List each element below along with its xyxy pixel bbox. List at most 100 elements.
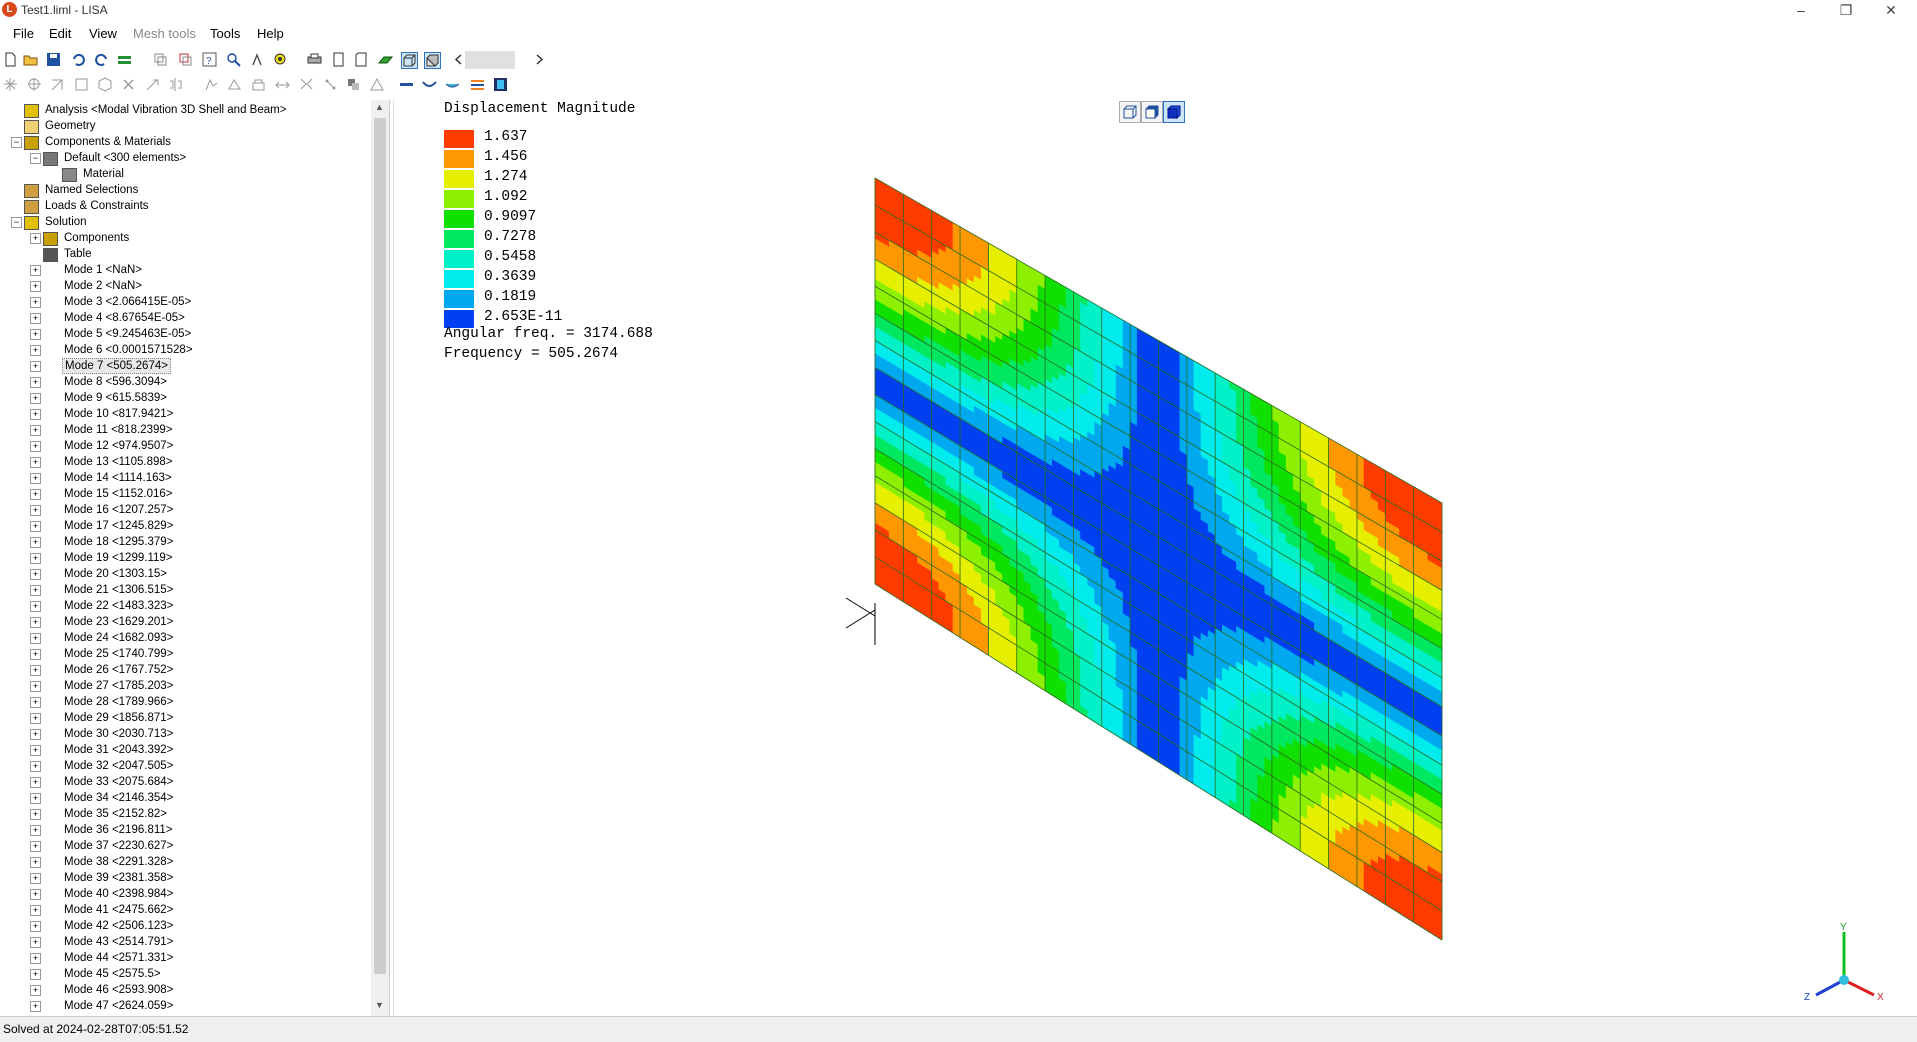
- toolbar-scroll-track[interactable]: [465, 51, 515, 69]
- expand-icon[interactable]: +: [30, 617, 41, 628]
- copy-node-icon[interactable]: [153, 52, 168, 67]
- solid-icon[interactable]: [98, 77, 113, 92]
- expand-icon[interactable]: +: [30, 329, 41, 340]
- expand-icon[interactable]: +: [30, 985, 41, 996]
- expand-icon[interactable]: +: [30, 521, 41, 532]
- tree-scrollbar[interactable]: ▲ ▼: [371, 100, 389, 1016]
- save-icon[interactable]: [46, 52, 61, 67]
- orient-icon[interactable]: [470, 77, 485, 92]
- expand-icon[interactable]: +: [30, 713, 41, 724]
- wire-box-icon[interactable]: [401, 52, 418, 69]
- model-viewport[interactable]: Y X Z: [393, 100, 1917, 1016]
- menu-edit[interactable]: Edit: [49, 26, 71, 41]
- run-icon[interactable]: [250, 52, 265, 67]
- menu-file[interactable]: File: [13, 26, 34, 41]
- expand-icon[interactable]: +: [30, 1001, 41, 1012]
- expand-icon[interactable]: +: [30, 921, 41, 932]
- expand-icon[interactable]: +: [30, 601, 41, 612]
- expand-icon[interactable]: +: [30, 505, 41, 516]
- zoom-icon[interactable]: [226, 52, 241, 67]
- expand-icon[interactable]: +: [30, 889, 41, 900]
- revolve-icon[interactable]: [227, 77, 242, 92]
- beam-icon[interactable]: [399, 77, 414, 92]
- expand-icon[interactable]: +: [30, 793, 41, 804]
- scroll-right-icon[interactable]: [532, 52, 547, 67]
- menu-tools[interactable]: Tools: [210, 26, 240, 41]
- scrollbar-thumb[interactable]: [374, 118, 386, 974]
- expand-icon[interactable]: +: [30, 633, 41, 644]
- expand-icon[interactable]: +: [30, 665, 41, 676]
- expand-icon[interactable]: +: [30, 873, 41, 884]
- expand-icon[interactable]: +: [30, 905, 41, 916]
- collapse-icon[interactable]: −: [30, 153, 41, 164]
- expand-icon[interactable]: +: [30, 313, 41, 324]
- refine-icon[interactable]: [299, 77, 314, 92]
- shell-icon[interactable]: [422, 77, 437, 92]
- solid-box-icon[interactable]: [424, 52, 441, 69]
- equals-icon[interactable]: [117, 52, 132, 67]
- query-icon[interactable]: ?: [202, 52, 217, 67]
- expand-icon[interactable]: +: [30, 473, 41, 484]
- film-icon[interactable]: [493, 77, 508, 92]
- open-icon[interactable]: [23, 52, 38, 67]
- expand-icon[interactable]: +: [30, 857, 41, 868]
- select-icon[interactable]: [27, 77, 42, 92]
- expand-icon[interactable]: +: [30, 761, 41, 772]
- scroll-down-icon[interactable]: ▼: [375, 1000, 384, 1010]
- page2-icon[interactable]: [354, 52, 369, 67]
- sweep-icon[interactable]: [251, 77, 266, 92]
- expand-icon[interactable]: +: [30, 649, 41, 660]
- expand-icon[interactable]: +: [30, 345, 41, 356]
- loft-icon[interactable]: [275, 77, 290, 92]
- collapse-icon[interactable]: −: [11, 137, 22, 148]
- close-button[interactable]: ✕: [1868, 0, 1914, 22]
- print-icon[interactable]: [307, 52, 322, 67]
- shell2-icon[interactable]: [445, 77, 460, 92]
- expand-icon[interactable]: +: [30, 377, 41, 388]
- expand-icon[interactable]: +: [30, 745, 41, 756]
- expand-icon[interactable]: +: [30, 969, 41, 980]
- page-icon[interactable]: [331, 52, 346, 67]
- expand-icon[interactable]: +: [30, 585, 41, 596]
- expand-icon[interactable]: +: [30, 809, 41, 820]
- split-icon[interactable]: [145, 77, 160, 92]
- expand-icon[interactable]: +: [30, 553, 41, 564]
- redo-icon[interactable]: [94, 52, 109, 67]
- undo-icon[interactable]: [71, 52, 86, 67]
- extrude-icon[interactable]: [204, 77, 219, 92]
- zoom-fit-icon[interactable]: [273, 52, 288, 67]
- expand-icon[interactable]: +: [30, 537, 41, 548]
- maximize-button[interactable]: ❐: [1823, 0, 1869, 22]
- scroll-left-icon[interactable]: [451, 52, 466, 67]
- expand-icon[interactable]: +: [30, 393, 41, 404]
- expand-icon[interactable]: +: [30, 409, 41, 420]
- expand-icon[interactable]: +: [30, 441, 41, 452]
- new-icon[interactable]: [3, 52, 18, 67]
- delete-icon[interactable]: [121, 77, 136, 92]
- move-icon[interactable]: [50, 77, 65, 92]
- expand-icon[interactable]: +: [30, 825, 41, 836]
- expand-icon[interactable]: +: [30, 457, 41, 468]
- menu-view[interactable]: View: [89, 26, 117, 41]
- expand-icon[interactable]: +: [30, 697, 41, 708]
- expand-icon[interactable]: +: [30, 777, 41, 788]
- expand-icon[interactable]: +: [30, 233, 41, 244]
- expand-icon[interactable]: +: [30, 489, 41, 500]
- expand-icon[interactable]: +: [30, 281, 41, 292]
- expand-icon[interactable]: +: [30, 937, 41, 948]
- expand-icon[interactable]: +: [30, 265, 41, 276]
- expand-icon[interactable]: +: [30, 361, 41, 372]
- expand-icon[interactable]: +: [30, 729, 41, 740]
- scroll-up-icon[interactable]: ▲: [375, 102, 384, 112]
- merge-icon[interactable]: [323, 77, 338, 92]
- triangle-icon[interactable]: [370, 77, 385, 92]
- surface-icon[interactable]: [378, 52, 393, 67]
- minimize-button[interactable]: –: [1778, 0, 1824, 22]
- expand-icon[interactable]: +: [30, 425, 41, 436]
- collapse-icon[interactable]: −: [11, 217, 22, 228]
- expand-icon[interactable]: +: [30, 953, 41, 964]
- expand-icon[interactable]: +: [30, 681, 41, 692]
- paste-node-icon[interactable]: [178, 52, 193, 67]
- menu-mesh-tools[interactable]: Mesh tools: [133, 26, 196, 41]
- fill-icon[interactable]: [346, 77, 361, 92]
